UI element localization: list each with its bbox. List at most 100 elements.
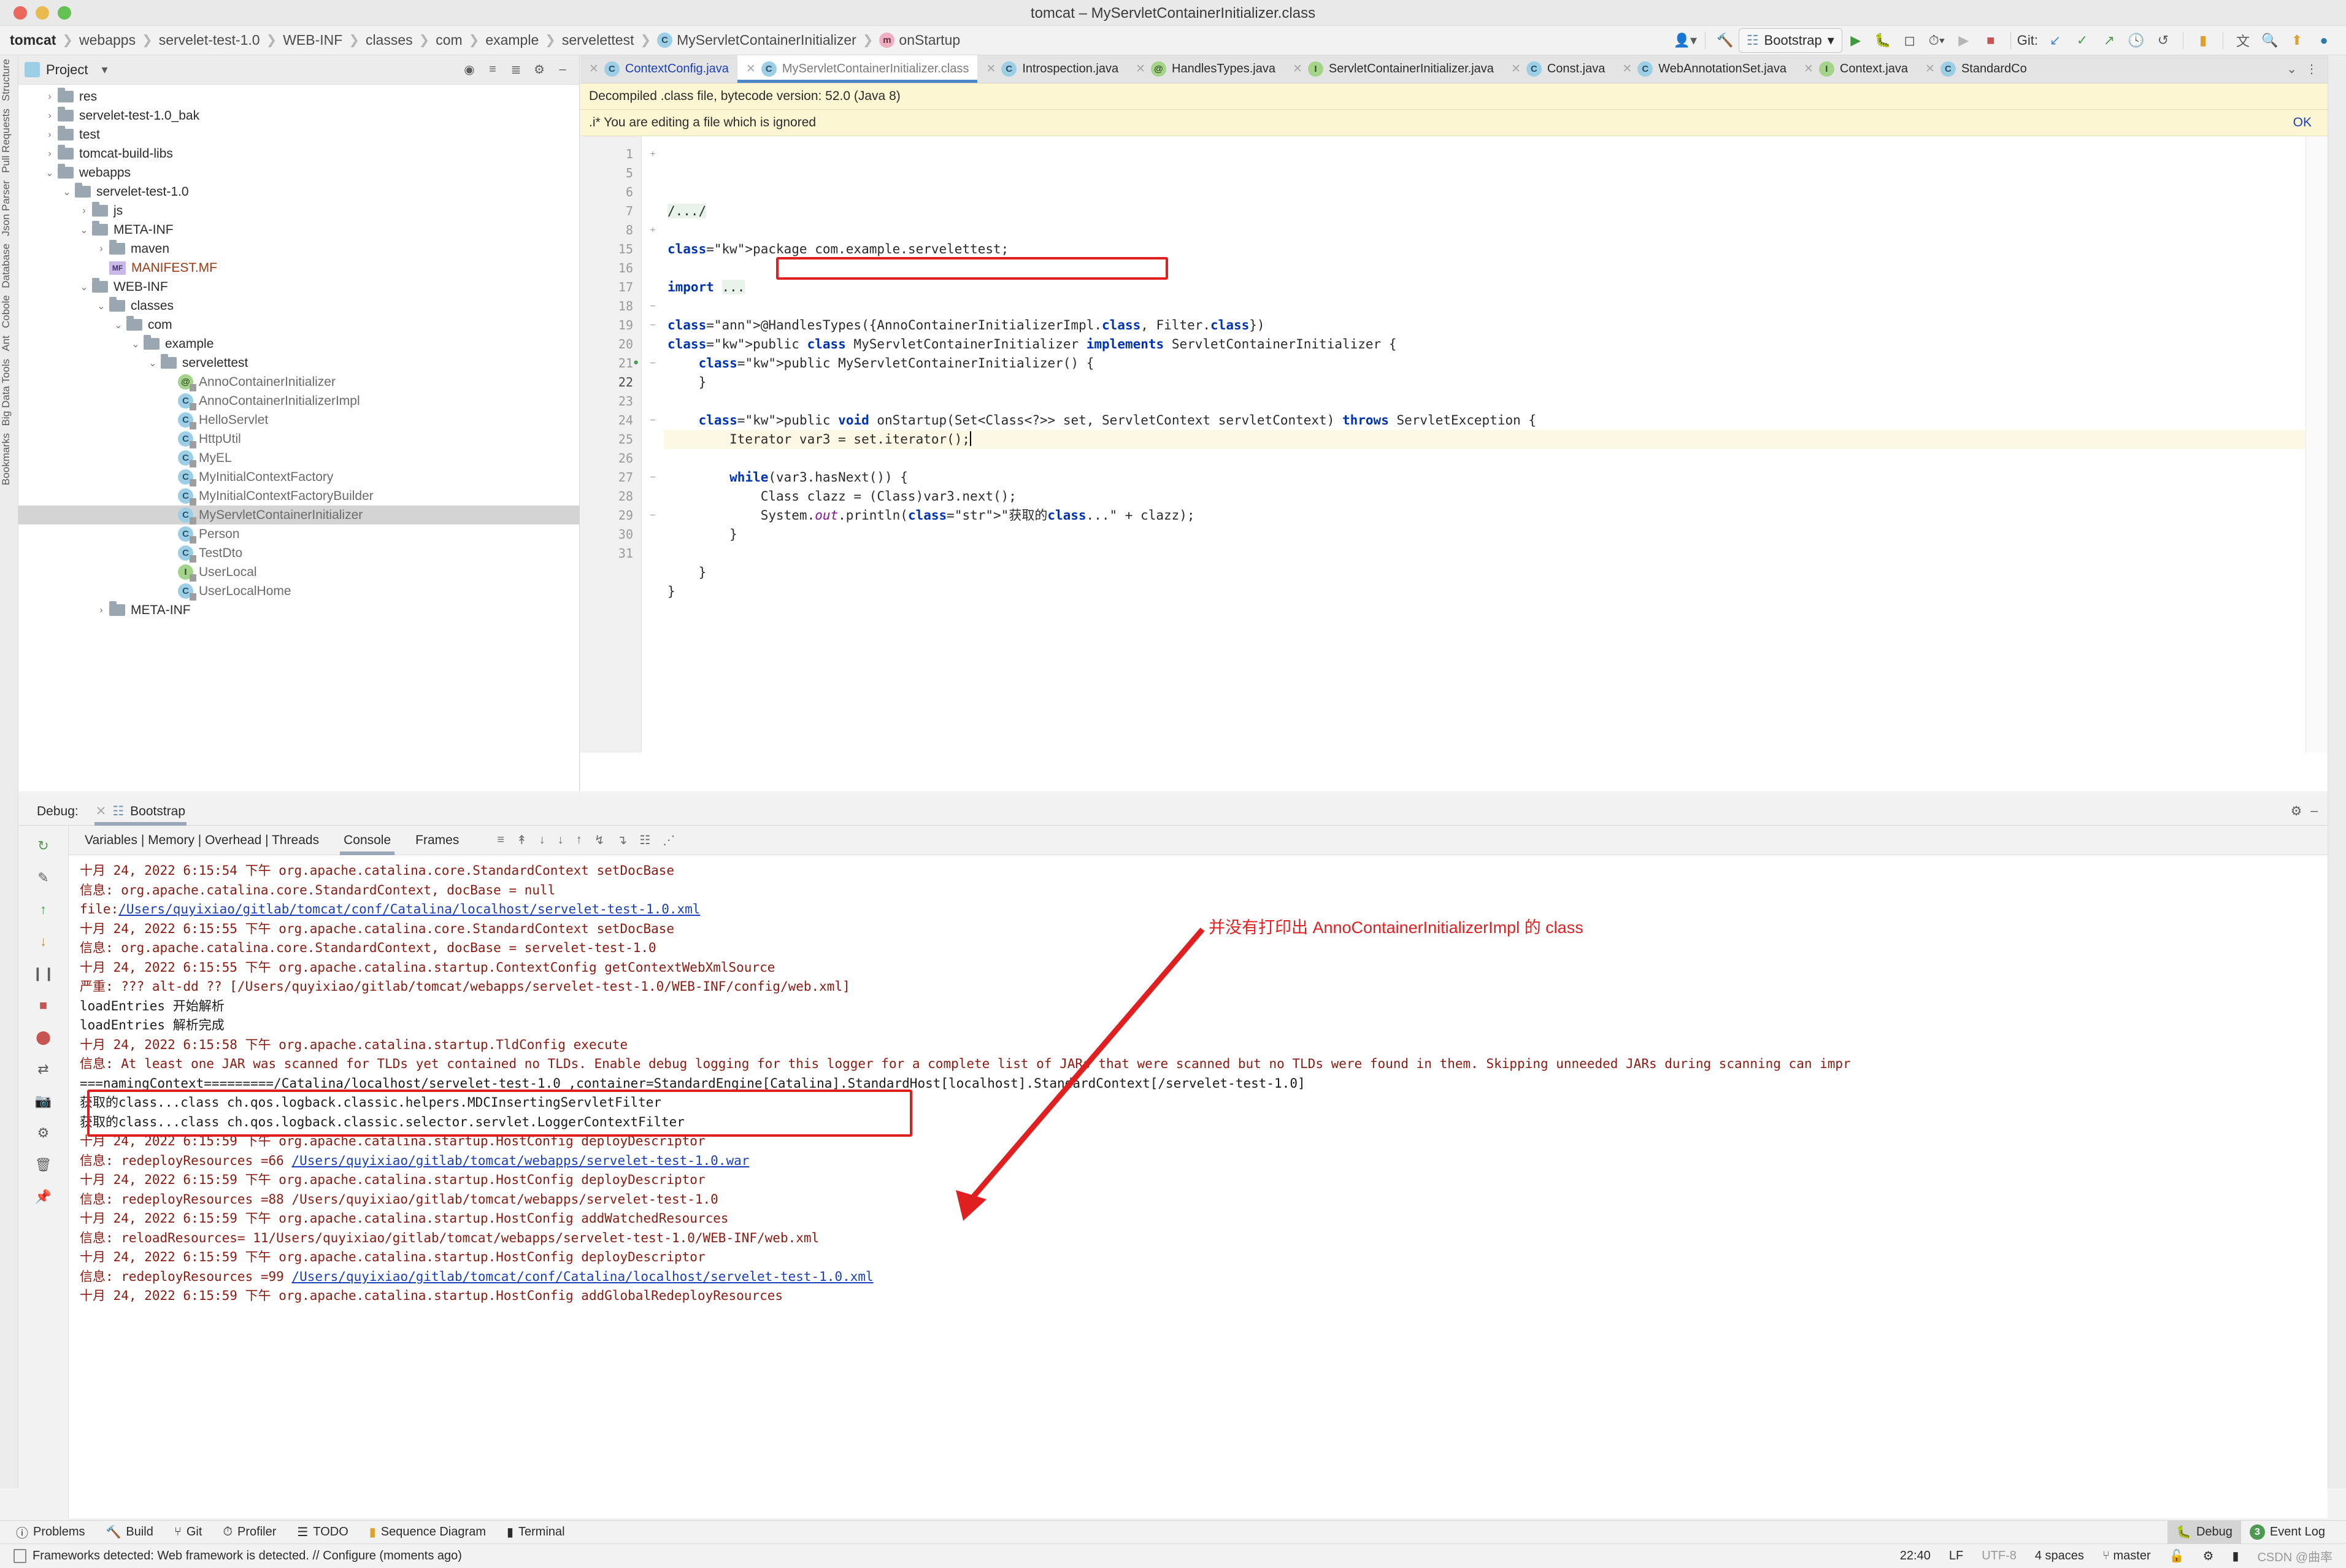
pause-icon[interactable]: ❙❙ <box>29 961 58 986</box>
code-line[interactable]: class="ann">@HandlesTypes({AnnoContainer… <box>664 316 2328 335</box>
tree-node[interactable]: ›META-INF <box>18 601 579 620</box>
breadcrumb-item-method[interactable]: m onStartup <box>874 32 965 48</box>
code-line[interactable]: } <box>664 373 2328 392</box>
run-configuration-selector[interactable]: ☷ Bootstrap ▾ <box>1739 28 1842 53</box>
upload-icon[interactable]: ⬆ <box>2283 29 2310 52</box>
editor-tab[interactable]: ✕CWebAnnotationSet.java <box>1613 55 1795 83</box>
console-file-link[interactable]: /Users/quyixiao/gitlab/tomcat/conf/Catal… <box>291 1269 873 1284</box>
tree-node[interactable]: CMyInitialContextFactoryBuilder <box>18 486 579 505</box>
tree-node[interactable]: ⌄com <box>18 315 579 334</box>
editor-tab[interactable]: ✕CContextConfig.java <box>580 55 737 83</box>
stripe-item-json-parser[interactable]: Json Parser <box>0 177 12 240</box>
tool-button-problems[interactable]: ⓘ Problems <box>16 1523 85 1541</box>
view-breakpoints-icon[interactable]: ⇄ <box>29 1056 58 1082</box>
chevron-right-icon[interactable]: › <box>42 129 58 140</box>
editor-tab[interactable]: ✕CMyServletContainerInitializer.class <box>737 55 977 83</box>
mute-breakpoints-icon[interactable]: ⬤ <box>29 1024 58 1050</box>
tree-node[interactable]: CMyInitialContextFactory <box>18 467 579 486</box>
stop-icon[interactable]: ■ <box>29 993 58 1018</box>
code-fold-toggle[interactable]: − <box>642 506 664 525</box>
rollback-icon[interactable]: ↺ <box>2150 29 2177 52</box>
tool-button-profiler[interactable]: ⏱ Profiler <box>223 1525 276 1539</box>
profiler-icon[interactable]: ⏱▾ <box>1923 29 1950 52</box>
editor-tab-bar[interactable]: ✕CContextConfig.java✕CMyServletContainer… <box>580 55 2328 83</box>
terminal-icon[interactable]: ▮ <box>2232 1548 2239 1564</box>
chevron-right-icon[interactable]: › <box>93 605 109 616</box>
close-icon[interactable]: ✕ <box>1804 62 1813 76</box>
breadcrumb-item-classes[interactable]: classes <box>361 32 418 48</box>
tree-node[interactable]: ⌄META-INF <box>18 220 579 239</box>
stop-icon[interactable]: ■ <box>1977 29 2004 52</box>
chevron-down-icon[interactable]: ⌄ <box>42 167 58 179</box>
code-line[interactable]: import ... <box>664 278 2328 297</box>
breadcrumb-item-web-inf[interactable]: WEB-INF <box>278 32 347 48</box>
tree-node[interactable]: CTestDto <box>18 544 579 563</box>
user-avatar-icon[interactable]: 👤▾ <box>1672 29 1699 52</box>
settings-icon[interactable]: ⚙ <box>29 1120 58 1146</box>
hide-icon[interactable]: – <box>2310 804 2318 819</box>
tool-button-git[interactable]: ⑂ Git <box>174 1525 202 1539</box>
code-line[interactable]: class="kw">public MyServletContainerInit… <box>664 354 2328 373</box>
code-line[interactable] <box>664 544 2328 563</box>
chevron-down-icon[interactable]: ⌄ <box>128 338 144 350</box>
code-line[interactable]: } <box>664 525 2328 544</box>
chevron-down-icon[interactable]: ⌄ <box>2286 61 2297 77</box>
flatten-icon[interactable]: ≣ <box>506 60 526 80</box>
tree-node[interactable]: CPerson <box>18 525 579 544</box>
close-icon[interactable]: ✕ <box>96 804 107 819</box>
pin-icon[interactable]: 📌 <box>29 1184 58 1210</box>
editor-tab[interactable]: ✕@HandlesTypes.java <box>1127 55 1284 83</box>
code-fold-toggle[interactable]: + <box>642 145 664 164</box>
close-icon[interactable]: ✕ <box>589 62 599 76</box>
stripe-item-cobole[interactable]: Cobole <box>0 291 12 332</box>
chevron-right-icon[interactable]: › <box>93 244 109 255</box>
code-line[interactable]: while(var3.hasNext()) { <box>664 468 2328 487</box>
tab-console[interactable]: Console <box>340 826 394 855</box>
code-line[interactable]: Class clazz = (Class)var3.next(); <box>664 487 2328 506</box>
tree-node[interactable]: ⌄classes <box>18 296 579 315</box>
tree-node[interactable]: ›res <box>18 87 579 106</box>
console-file-link[interactable]: /Users/quyixiao/gitlab/tomcat/conf/Catal… <box>118 902 700 917</box>
inspection-icon[interactable]: ⚙ <box>2203 1548 2214 1564</box>
chevron-down-icon[interactable]: ⌄ <box>145 357 161 369</box>
search-everywhere-icon[interactable]: 🔍 <box>2256 29 2283 52</box>
chevron-right-icon[interactable]: › <box>42 110 58 121</box>
code-folding-gutter[interactable]: ++−−−−−− <box>642 136 664 753</box>
trash-icon[interactable]: 🗑 <box>29 1152 58 1178</box>
breadcrumb-item-example[interactable]: example <box>480 32 544 48</box>
code-line[interactable] <box>664 601 2328 620</box>
close-icon[interactable]: ✕ <box>746 62 756 76</box>
chevron-down-icon[interactable]: ▾ <box>94 60 115 80</box>
chevron-right-icon[interactable]: › <box>42 148 58 159</box>
history-icon[interactable]: 🕓 <box>2123 29 2150 52</box>
console-output[interactable]: 十月 24, 2022 6:15:54 下午 org.apache.catali… <box>69 855 2328 1518</box>
code-line[interactable] <box>664 449 2328 468</box>
code-line[interactable]: class="kw">package com.example.servelett… <box>664 240 2328 259</box>
stripe-item-bookmarks[interactable]: Bookmarks <box>0 429 12 489</box>
tree-node[interactable]: ⌄WEB-INF <box>18 277 579 296</box>
rerun-icon[interactable]: ↻ <box>29 833 58 859</box>
rerun-icon[interactable]: ▶ <box>1950 29 1977 52</box>
tree-node[interactable]: CHttpUtil <box>18 429 579 448</box>
tool-button-debug[interactable]: 🐛 Debug <box>2167 1521 2241 1544</box>
git-commit-icon[interactable]: ✓ <box>2069 29 2096 52</box>
settings-icon[interactable]: ⚙ <box>2290 804 2302 819</box>
edit-icon[interactable]: ✎ <box>29 865 58 891</box>
code-fold-toggle[interactable]: − <box>642 297 664 316</box>
hide-icon[interactable]: – <box>552 60 573 80</box>
breadcrumb-item-class[interactable]: C MyServletContainerInitializer <box>652 32 861 48</box>
close-icon[interactable]: ✕ <box>986 62 996 76</box>
chevron-right-icon[interactable]: › <box>76 206 92 217</box>
chevron-down-icon[interactable]: ⌄ <box>93 300 109 312</box>
line-separator[interactable]: LF <box>1949 1549 1963 1563</box>
notification-ok-button[interactable]: OK <box>2293 115 2319 130</box>
chevron-down-icon[interactable]: ⌄ <box>110 319 126 331</box>
code-line[interactable]: class="kw">public class MyServletContain… <box>664 335 2328 354</box>
chevron-down-icon[interactable]: ⌄ <box>76 224 92 236</box>
run-with-coverage-icon[interactable]: ◻ <box>1896 29 1923 52</box>
tool-button-todo[interactable]: ☰ TODO <box>297 1524 348 1540</box>
code-line[interactable]: class="kw">public void onStartup(Set<Cla… <box>664 411 2328 430</box>
code-line[interactable] <box>664 297 2328 316</box>
project-tree[interactable]: ›res›servelet-test-1.0_bak›test›tomcat-b… <box>18 85 579 791</box>
breadcrumb-item-com[interactable]: com <box>431 32 467 48</box>
